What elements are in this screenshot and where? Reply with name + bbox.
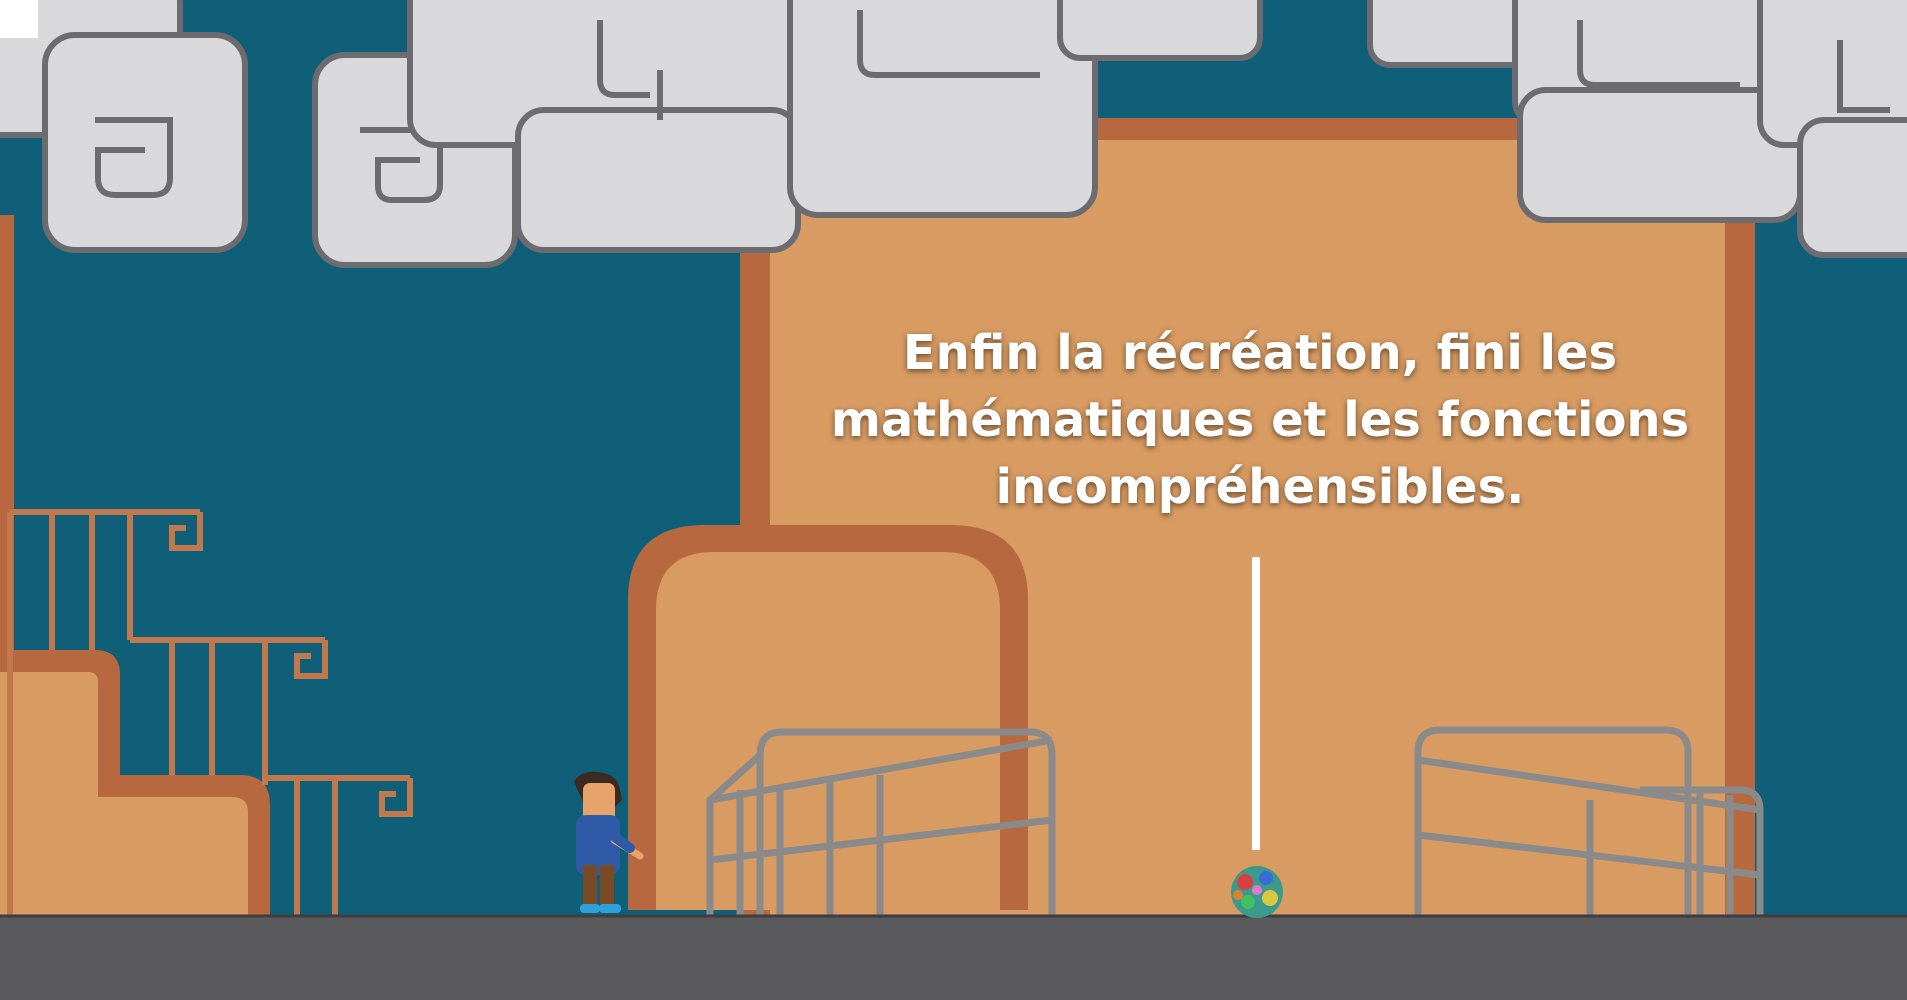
caption-line-3: incompréhensibles. (995, 459, 1525, 515)
caption-pointer-line (1252, 557, 1260, 850)
colorful-ball (1231, 866, 1283, 918)
caption-line-2: mathématiques et les fonctions (830, 392, 1690, 448)
caption-line-1: Enfin la récréation, fini les (902, 325, 1618, 381)
story-caption: Enfin la récréation, fini les mathématiq… (760, 320, 1760, 521)
corner-blank-block (0, 0, 38, 38)
ground (0, 915, 1907, 1000)
game-scene: Enfin la récréation, fini les mathématiq… (0, 0, 1907, 1000)
